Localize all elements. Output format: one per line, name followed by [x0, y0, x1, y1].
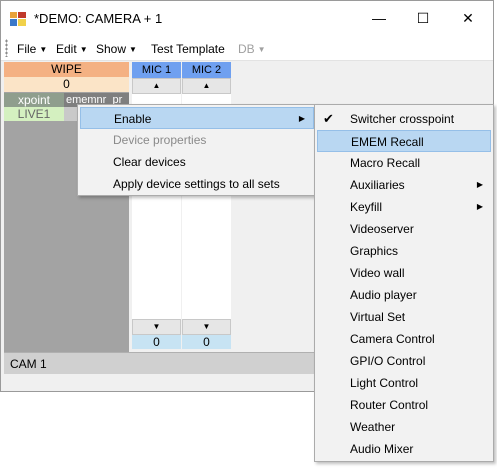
- checkmark-icon: ✔: [323, 111, 334, 126]
- chevron-down-icon: ▼: [39, 45, 48, 54]
- mic-value: 0: [132, 335, 181, 349]
- menu-test-template[interactable]: Test Template: [151, 42, 225, 56]
- minimize-button[interactable]: —: [356, 1, 402, 35]
- close-button[interactable]: ✕: [445, 1, 491, 35]
- submenu-item-virtual-set[interactable]: Virtual Set: [317, 306, 491, 328]
- minimize-icon: —: [372, 10, 386, 26]
- submenu-item-keyfill[interactable]: Keyfill ▶: [317, 196, 491, 218]
- app-icon: [10, 12, 26, 26]
- live-cell[interactable]: LIVE1: [4, 107, 64, 121]
- xpoint-cell[interactable]: xpoint: [4, 93, 64, 107]
- toolbar-grip-icon[interactable]: [5, 39, 8, 57]
- chevron-down-icon: ▼: [79, 45, 88, 54]
- menu-item-apply-settings[interactable]: Apply device settings to all sets: [80, 173, 314, 195]
- submenu-arrow-icon: ▶: [298, 114, 305, 123]
- up-arrow-icon[interactable]: ▲: [182, 78, 231, 94]
- submenu-arrow-icon: ▶: [476, 202, 483, 211]
- mic-header[interactable]: MIC 2: [182, 62, 231, 78]
- menu-edit[interactable]: Edit ▼: [56, 42, 88, 56]
- submenu-item-auxiliaries[interactable]: Auxiliaries ▶: [317, 174, 491, 196]
- submenu-item-weather[interactable]: Weather: [317, 416, 491, 438]
- down-arrow-icon[interactable]: ▼: [132, 319, 181, 335]
- menu-item-device-properties[interactable]: Device properties: [80, 129, 314, 151]
- menu-file[interactable]: File ▼: [17, 42, 47, 56]
- title-bar[interactable]: *DEMO: CAMERA + 1 — ☐ ✕: [1, 1, 493, 35]
- submenu-item-audio-mixer[interactable]: Audio Mixer: [317, 438, 491, 460]
- wipe-value[interactable]: 0: [4, 77, 129, 92]
- submenu-item-emem-recall[interactable]: EMEM Recall: [317, 130, 491, 152]
- chevron-down-icon: ▼: [129, 45, 137, 54]
- wipe-header[interactable]: WIPE: [4, 62, 129, 77]
- maximize-button[interactable]: ☐: [400, 1, 446, 35]
- chevron-down-icon: ▼: [257, 45, 266, 54]
- submenu-item-video-wall[interactable]: Video wall: [317, 262, 491, 284]
- submenu-item-light-control[interactable]: Light Control: [317, 372, 491, 394]
- down-arrow-icon[interactable]: ▼: [182, 319, 231, 335]
- menu-db[interactable]: DB ▼: [238, 42, 266, 56]
- submenu-item-router-control[interactable]: Router Control: [317, 394, 491, 416]
- submenu-item-camera-control[interactable]: Camera Control: [317, 328, 491, 350]
- mic-header[interactable]: MIC 1: [132, 62, 181, 78]
- up-arrow-icon[interactable]: ▲: [132, 78, 181, 94]
- menu-item-clear-devices[interactable]: Clear devices: [80, 151, 314, 173]
- submenu-item-gpio-control[interactable]: GPI/O Control: [317, 350, 491, 372]
- submenu-item-switcher-crosspoint[interactable]: ✔ Switcher crosspoint: [317, 108, 491, 130]
- menu-item-enable[interactable]: Enable ▶: [80, 107, 314, 129]
- submenu-item-videoserver[interactable]: Videoserver: [317, 218, 491, 240]
- enable-submenu: ✔ Switcher crosspoint EMEM Recall Macro …: [314, 104, 494, 462]
- menu-show[interactable]: Show ▼: [96, 42, 137, 56]
- maximize-icon: ☐: [416, 9, 430, 26]
- window-title: *DEMO: CAMERA + 1: [34, 11, 163, 26]
- submenu-item-audio-player[interactable]: Audio player: [317, 284, 491, 306]
- close-icon: ✕: [462, 9, 474, 26]
- submenu-item-graphics[interactable]: Graphics: [317, 240, 491, 262]
- submenu-item-macro-recall[interactable]: Macro Recall: [317, 152, 491, 174]
- context-menu: Enable ▶ Device properties Clear devices…: [77, 104, 317, 196]
- submenu-arrow-icon: ▶: [476, 180, 483, 189]
- mic-value: 0: [182, 335, 231, 349]
- status-text: CAM 1: [10, 357, 47, 371]
